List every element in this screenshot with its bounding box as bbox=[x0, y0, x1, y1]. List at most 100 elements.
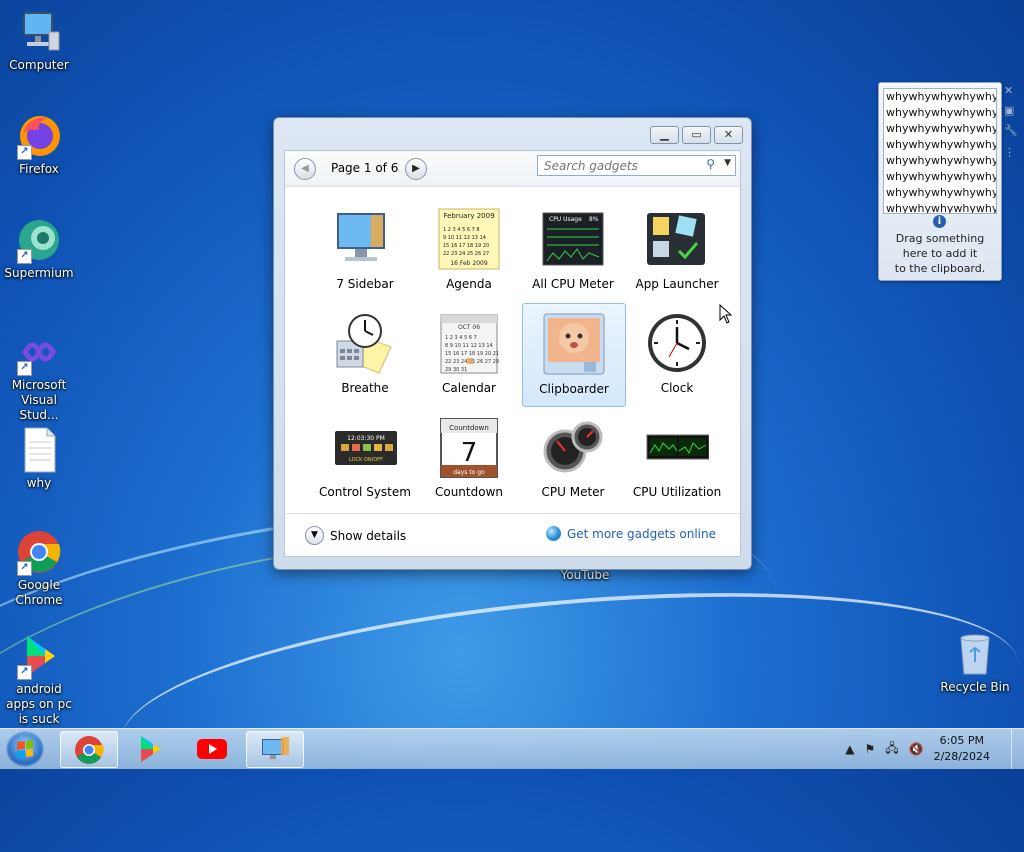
caption-buttons: ▁ ▭ ✕ bbox=[650, 126, 743, 144]
shortcut-arrow-icon: ↗ bbox=[17, 561, 32, 576]
gadget-countdown[interactable]: Countdown 7 days to go Countdown bbox=[418, 407, 520, 509]
start-button[interactable] bbox=[6, 731, 44, 767]
gadget-label: Agenda bbox=[446, 277, 492, 291]
desktop-icon-supermium[interactable]: ↗ Supermium bbox=[0, 216, 78, 281]
countdown-sub-text: days to go bbox=[453, 469, 485, 476]
countdown-title-text: Countdown bbox=[449, 424, 489, 432]
desktop-icon-recycle-bin[interactable]: Recycle Bin bbox=[936, 630, 1014, 695]
clipboard-line: whywhywhywhywhy bbox=[886, 154, 997, 167]
shortcut-arrow-icon: ↗ bbox=[17, 145, 32, 160]
gadget-options-icon[interactable]: 🔧 bbox=[1004, 124, 1018, 137]
gadget-size-icon[interactable]: ▣ bbox=[1004, 104, 1014, 117]
gadget-cpu-utilization[interactable]: CPU Utilization bbox=[626, 407, 728, 509]
info-icon[interactable]: i bbox=[933, 215, 946, 228]
gadget-clock[interactable]: Clock bbox=[626, 303, 728, 405]
visual-studio-icon: ↗ bbox=[15, 328, 63, 376]
gadget-breathe[interactable]: Breathe bbox=[314, 303, 416, 405]
desktop-icon-label: Computer bbox=[9, 58, 69, 72]
gadget-label: Clock bbox=[660, 381, 694, 395]
taskbar-chrome[interactable] bbox=[60, 731, 118, 768]
clipboarder-widget[interactable]: whywhywhywhywhy whywhywhywhywhy whywhywh… bbox=[878, 82, 1002, 281]
show-details-button[interactable]: ▼ Show details bbox=[305, 526, 406, 545]
shortcut-arrow-icon: ↗ bbox=[17, 361, 32, 376]
gadget-label: CPU Meter bbox=[541, 485, 605, 499]
search-icon[interactable]: ⚲ bbox=[706, 157, 715, 171]
desktop-icon-firefox[interactable]: ↗ Firefox bbox=[0, 112, 78, 177]
gadget-close-icon[interactable]: ✕ bbox=[1004, 84, 1013, 97]
clipboard-line: whywhywhywhywhy bbox=[886, 202, 997, 214]
desktop-icon-computer[interactable]: Computer bbox=[0, 8, 78, 73]
gadget-7-sidebar[interactable]: 7 Sidebar bbox=[314, 199, 416, 301]
restore-button[interactable]: ▭ bbox=[682, 126, 711, 144]
gadget-control-system[interactable]: 12:03:30 PM LOCK ON/OFF Control System bbox=[314, 407, 416, 509]
agenda-month-text: February 2009 bbox=[443, 212, 494, 220]
control-system-gadget-icon: 12:03:30 PM LOCK ON/OFF bbox=[333, 415, 397, 479]
shortcut-arrow-icon: ↗ bbox=[17, 665, 32, 680]
cpu-usage-gadget-icon: CPU Usage 8% bbox=[541, 207, 605, 271]
text-file-icon bbox=[15, 426, 63, 474]
next-page-button[interactable]: ▶ bbox=[405, 158, 427, 180]
network-icon[interactable]: 🖧 bbox=[885, 739, 898, 760]
previous-page-button[interactable]: ◀ bbox=[294, 158, 316, 180]
gallery-toolbar: ◀ Page 1 of 6 ▶ ⚲ ▼ bbox=[285, 151, 740, 187]
svg-text:29 30 31: 29 30 31 bbox=[445, 367, 467, 373]
countdown-gadget-icon: Countdown 7 days to go bbox=[437, 415, 501, 479]
taskbar-play-store[interactable] bbox=[122, 731, 178, 766]
gadget-label: Control System bbox=[319, 485, 411, 499]
clipboard-line: whywhywhywhywhy bbox=[886, 106, 997, 119]
desktop-icon-why[interactable]: why bbox=[0, 426, 78, 491]
gadget-all-cpu-meter[interactable]: CPU Usage 8% All CPU Meter bbox=[522, 199, 624, 301]
gadget-agenda[interactable]: February 2009 1 2 3 4 5 6 7 8 9 10 11 12 … bbox=[418, 199, 520, 301]
firefox-icon: ↗ bbox=[15, 112, 63, 160]
taskbar-gadgets[interactable] bbox=[246, 731, 304, 768]
gadget-gallery-content: ◀ Page 1 of 6 ▶ ⚲ ▼ 7 Sidebar February 2… bbox=[284, 150, 741, 557]
gadget-clipboarder[interactable]: Clipboarder bbox=[522, 303, 626, 407]
clipboard-text-area[interactable]: whywhywhywhywhy whywhywhywhywhy whywhywh… bbox=[883, 88, 997, 214]
desktop-icon-label: YouTube bbox=[560, 568, 610, 582]
cpu-usage-pct: 8% bbox=[589, 216, 599, 223]
gadget-label: Clipboarder bbox=[539, 382, 609, 396]
gadget-drag-handle-icon[interactable]: ⋮ bbox=[1004, 146, 1015, 159]
action-center-flag-icon[interactable]: ⚑ bbox=[864, 742, 875, 756]
desktop-icon-label: Supermium bbox=[4, 266, 74, 280]
calendar-month-text: OCT 06 bbox=[458, 324, 480, 331]
svg-text:1 2 3 4 5 6 7: 1 2 3 4 5 6 7 bbox=[445, 335, 477, 341]
desktop-icon-google-chrome[interactable]: ↗ Google Chrome bbox=[0, 528, 78, 608]
control-time-text: 12:03:30 PM bbox=[347, 435, 385, 442]
system-tray: ▲ ⚑ 🖧 🔇 6:05 PM 2/28/2024 bbox=[845, 729, 1012, 769]
agenda-gadget-icon: February 2009 1 2 3 4 5 6 7 8 9 10 11 12 … bbox=[437, 207, 501, 271]
svg-text:22 23 24 25 26 27: 22 23 24 25 26 27 bbox=[443, 251, 489, 257]
desktop-icon-android-apps[interactable]: ↗ android apps on pc is suck bbox=[0, 632, 78, 727]
taskbar-youtube[interactable] bbox=[184, 731, 240, 766]
desktop-icon-label: Google Chrome bbox=[15, 578, 63, 607]
close-button[interactable]: ✕ bbox=[714, 126, 743, 144]
show-desktop-button[interactable] bbox=[1011, 729, 1024, 769]
get-more-gadgets-link[interactable]: Get more gadgets online bbox=[545, 526, 716, 541]
svg-text:15 16 17 18 19 20 21: 15 16 17 18 19 20 21 bbox=[445, 351, 499, 357]
desktop-icon-label: Microsoft Visual Stud... bbox=[11, 378, 67, 422]
chrome-icon: ↗ bbox=[15, 528, 63, 576]
supermium-icon: ↗ bbox=[15, 216, 63, 264]
gadget-label: 7 Sidebar bbox=[336, 277, 394, 291]
gadget-calendar[interactable]: OCT 06 1 2 3 4 5 6 7 8 9 10 11 12 13 14 15… bbox=[418, 303, 520, 405]
gadget-label: Countdown bbox=[434, 485, 503, 499]
desktop-icon-youtube[interactable]: YouTube bbox=[546, 568, 624, 583]
minimize-button[interactable]: ▁ bbox=[650, 126, 679, 144]
svg-text:9 10 11 12 13 14: 9 10 11 12 13 14 bbox=[443, 235, 486, 241]
desktop-icon-label: why bbox=[26, 476, 52, 490]
computer-icon bbox=[15, 8, 63, 56]
agenda-footer-text: 16 Feb 2009 bbox=[450, 260, 488, 267]
search-input[interactable] bbox=[542, 156, 696, 175]
sidebar-gadget-icon bbox=[333, 207, 397, 271]
volume-muted-icon[interactable]: 🔇 bbox=[909, 742, 924, 756]
desktop-icon-visual-studio[interactable]: ↗ Microsoft Visual Stud... bbox=[0, 328, 78, 423]
chevron-down-icon[interactable]: ▼ bbox=[724, 158, 731, 168]
clipboard-line: whywhywhywhywhy bbox=[886, 90, 997, 103]
show-hidden-icons-icon[interactable]: ▲ bbox=[845, 742, 854, 756]
gadget-app-launcher[interactable]: App Launcher bbox=[626, 199, 728, 301]
taskbar-clock[interactable]: 6:05 PM 2/28/2024 bbox=[934, 733, 990, 765]
app-launcher-gadget-icon bbox=[645, 207, 709, 271]
gadget-cpu-meter[interactable]: CPU Meter bbox=[522, 407, 624, 509]
breathe-gadget-icon bbox=[333, 311, 397, 375]
show-details-label: Show details bbox=[330, 528, 407, 543]
